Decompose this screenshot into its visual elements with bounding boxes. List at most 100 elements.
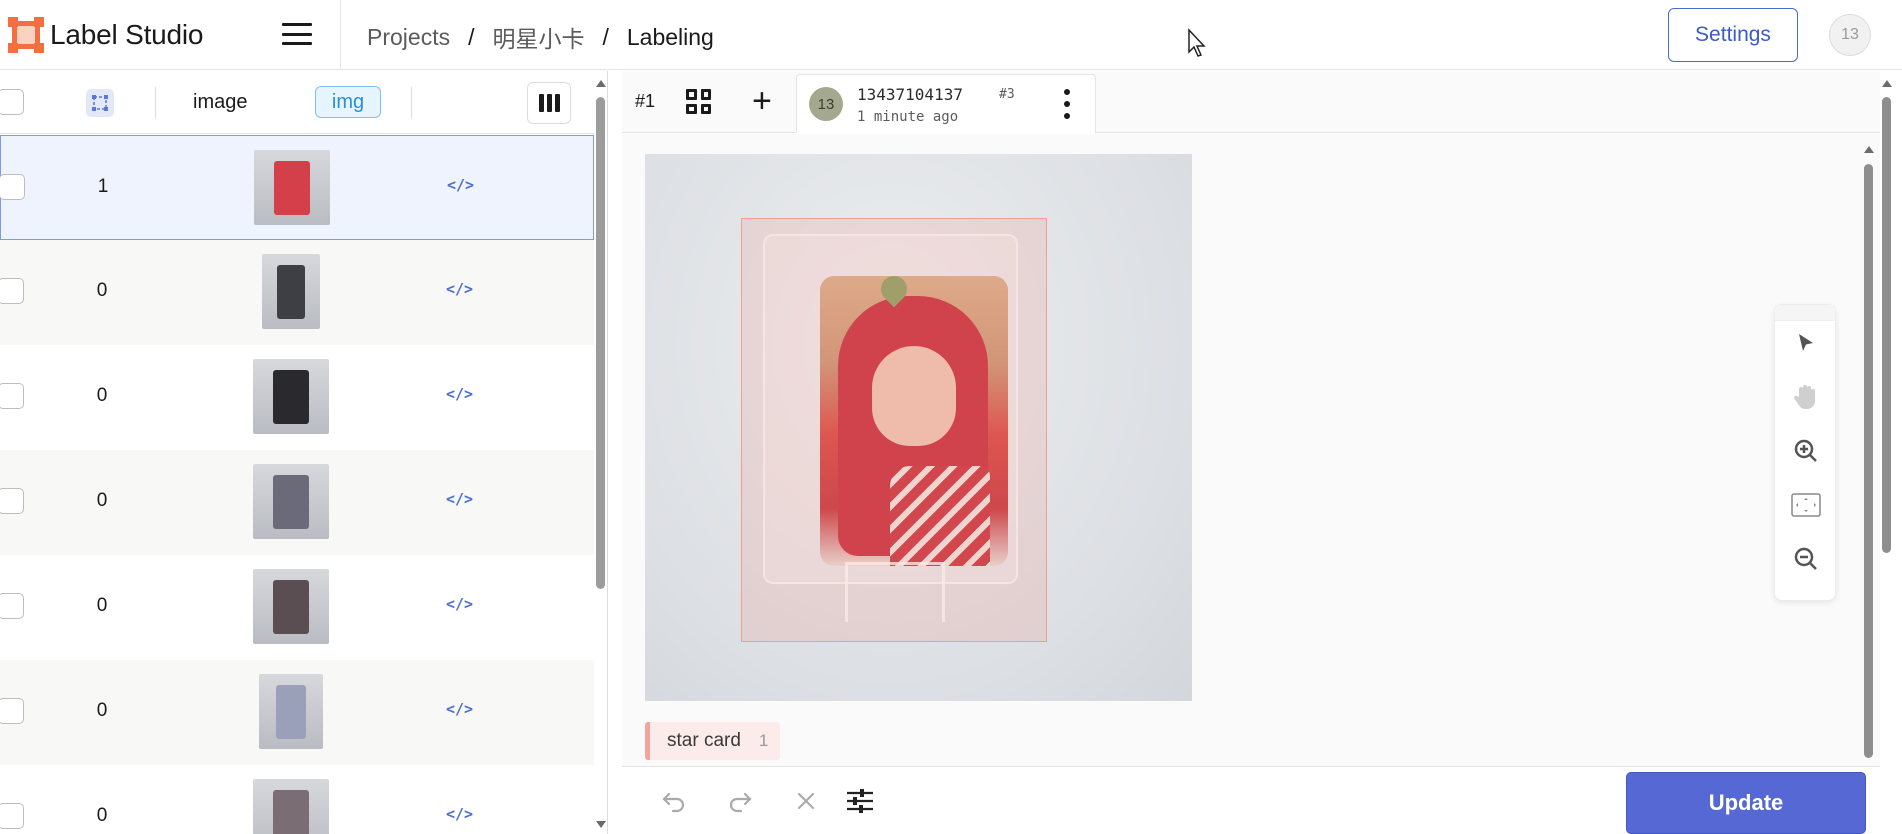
image-toolbar xyxy=(1774,304,1836,601)
row-checkbox[interactable] xyxy=(0,803,24,829)
table-scrollbar[interactable] xyxy=(594,71,607,834)
zoom-in-tool[interactable] xyxy=(1788,433,1824,469)
image-thumbnail[interactable] xyxy=(253,569,329,644)
image-thumbnail[interactable] xyxy=(259,674,323,749)
user-avatar[interactable]: 13 xyxy=(1829,14,1871,56)
table-row[interactable]: 0 </> xyxy=(0,765,594,834)
region-count: 1 xyxy=(758,731,769,750)
bounding-box-region[interactable] xyxy=(741,218,1047,642)
annotation-tab[interactable]: 13 13437104137 #3 1 minute ago xyxy=(796,74,1096,133)
settings-button[interactable]: Settings xyxy=(1668,8,1798,62)
region-label-chip[interactable]: star card 1 xyxy=(645,722,781,760)
image-thumbnail[interactable] xyxy=(254,150,330,225)
grid-view-icon[interactable] xyxy=(686,89,711,114)
scroll-up-arrow-icon[interactable] xyxy=(596,80,606,87)
add-annotation-icon[interactable]: + xyxy=(752,84,772,118)
table-row[interactable]: 0 </> xyxy=(0,555,594,660)
table-row[interactable]: 0 </> xyxy=(0,450,594,555)
table-row[interactable]: 1 </> xyxy=(0,135,594,240)
task-table: image img 1 </> 0 </> 0 </> 0 </> 0 </> 0 </> 0 </> xyxy=(0,71,608,834)
code-icon[interactable]: </> xyxy=(446,700,473,718)
code-icon[interactable]: </> xyxy=(446,595,473,613)
annotation-count: 0 xyxy=(96,595,108,616)
hand-icon xyxy=(1793,385,1815,409)
thumbnail-card xyxy=(273,160,311,215)
annotation-count: 0 xyxy=(96,385,108,406)
annotation-count: 0 xyxy=(96,490,108,511)
scroll-thumb[interactable] xyxy=(596,97,605,589)
scroll-up-arrow-icon[interactable] xyxy=(1882,80,1892,87)
scroll-thumb[interactable] xyxy=(1864,164,1873,758)
update-button[interactable]: Update xyxy=(1626,772,1866,834)
annotation-time: 1 minute ago xyxy=(857,109,959,125)
top-header: Label Studio Projects / 明星小卡 / Labeling … xyxy=(0,0,1902,70)
scroll-up-arrow-icon[interactable] xyxy=(1864,146,1874,153)
logo[interactable]: Label Studio xyxy=(8,16,203,54)
thumbnail-card xyxy=(272,474,310,529)
annotations-column-icon[interactable] xyxy=(86,89,114,117)
table-rows: 1 </> 0 </> 0 </> 0 </> 0 </> 0 </> 0 </> xyxy=(0,135,594,834)
row-checkbox[interactable] xyxy=(0,593,24,619)
select-tool[interactable] xyxy=(1788,325,1824,361)
breadcrumb-project[interactable]: 明星小卡 xyxy=(492,20,584,54)
thumbnail-card xyxy=(277,264,305,319)
columns-toggle-button[interactable] xyxy=(527,82,571,124)
image-thumbnail[interactable] xyxy=(253,779,329,834)
table-row[interactable]: 0 </> xyxy=(0,660,594,765)
row-checkbox[interactable] xyxy=(0,174,25,200)
thumbnail-card xyxy=(272,789,310,834)
task-id: #1 xyxy=(635,91,656,111)
labeling-panel: #1 + 13 13437104137 #3 1 minute ago star… xyxy=(622,71,1902,834)
settings-sliders-button[interactable] xyxy=(844,785,876,817)
code-icon[interactable]: </> xyxy=(447,176,474,194)
column-header-img-badge[interactable]: img xyxy=(315,86,381,118)
breadcrumb-projects[interactable]: Projects xyxy=(367,24,450,51)
scroll-down-arrow-icon[interactable] xyxy=(596,821,606,828)
undo-button[interactable] xyxy=(658,785,690,817)
canvas-scrollbar[interactable] xyxy=(1862,146,1876,766)
annotation-tabs-bar: #1 + 13 13437104137 #3 1 minute ago xyxy=(622,71,1880,133)
code-icon[interactable]: </> xyxy=(446,805,473,823)
breadcrumb-separator: / xyxy=(468,23,475,50)
table-row[interactable]: 0 </> xyxy=(0,345,594,450)
label-studio-logo-icon xyxy=(8,17,44,53)
reset-button[interactable] xyxy=(790,785,822,817)
task-image[interactable] xyxy=(645,154,1192,701)
menu-button[interactable] xyxy=(282,23,312,45)
table-header: image img xyxy=(0,71,594,134)
select-all-checkbox[interactable] xyxy=(0,89,24,115)
column-header-image[interactable]: image xyxy=(193,91,247,114)
row-checkbox[interactable] xyxy=(0,488,24,514)
pan-tool[interactable] xyxy=(1788,379,1824,415)
bottom-controls: Update xyxy=(622,766,1880,834)
image-thumbnail[interactable] xyxy=(253,359,329,434)
row-checkbox[interactable] xyxy=(0,698,24,724)
header-divider xyxy=(340,0,341,70)
table-row[interactable]: 0 </> xyxy=(0,240,594,345)
code-icon[interactable]: </> xyxy=(446,280,473,298)
code-icon[interactable]: </> xyxy=(446,385,473,403)
more-options-icon[interactable] xyxy=(1063,89,1071,119)
annotation-icon xyxy=(92,95,108,111)
code-icon[interactable]: </> xyxy=(446,490,473,508)
annotation-id: #3 xyxy=(999,87,1015,102)
scroll-thumb[interactable] xyxy=(1882,97,1891,553)
row-checkbox[interactable] xyxy=(0,278,24,304)
redo-button[interactable] xyxy=(724,785,756,817)
image-canvas[interactable]: star card 1 xyxy=(622,134,1880,766)
annotation-count: 0 xyxy=(96,280,108,301)
row-checkbox[interactable] xyxy=(0,383,24,409)
image-thumbnail[interactable] xyxy=(262,254,320,329)
panel-scrollbar[interactable] xyxy=(1880,71,1894,834)
fit-to-screen-tool[interactable] xyxy=(1788,487,1824,523)
redo-icon xyxy=(729,792,752,813)
annotation-count: 0 xyxy=(96,805,108,826)
mouse-cursor-icon xyxy=(1188,28,1206,57)
thumbnail-card xyxy=(272,579,310,634)
annotation-count: 0 xyxy=(96,700,108,721)
thumbnail-card xyxy=(275,684,307,739)
zoom-out-tool[interactable] xyxy=(1788,541,1824,577)
image-thumbnail[interactable] xyxy=(253,464,329,539)
pointer-icon xyxy=(1799,334,1813,351)
breadcrumb-separator: / xyxy=(602,23,609,50)
